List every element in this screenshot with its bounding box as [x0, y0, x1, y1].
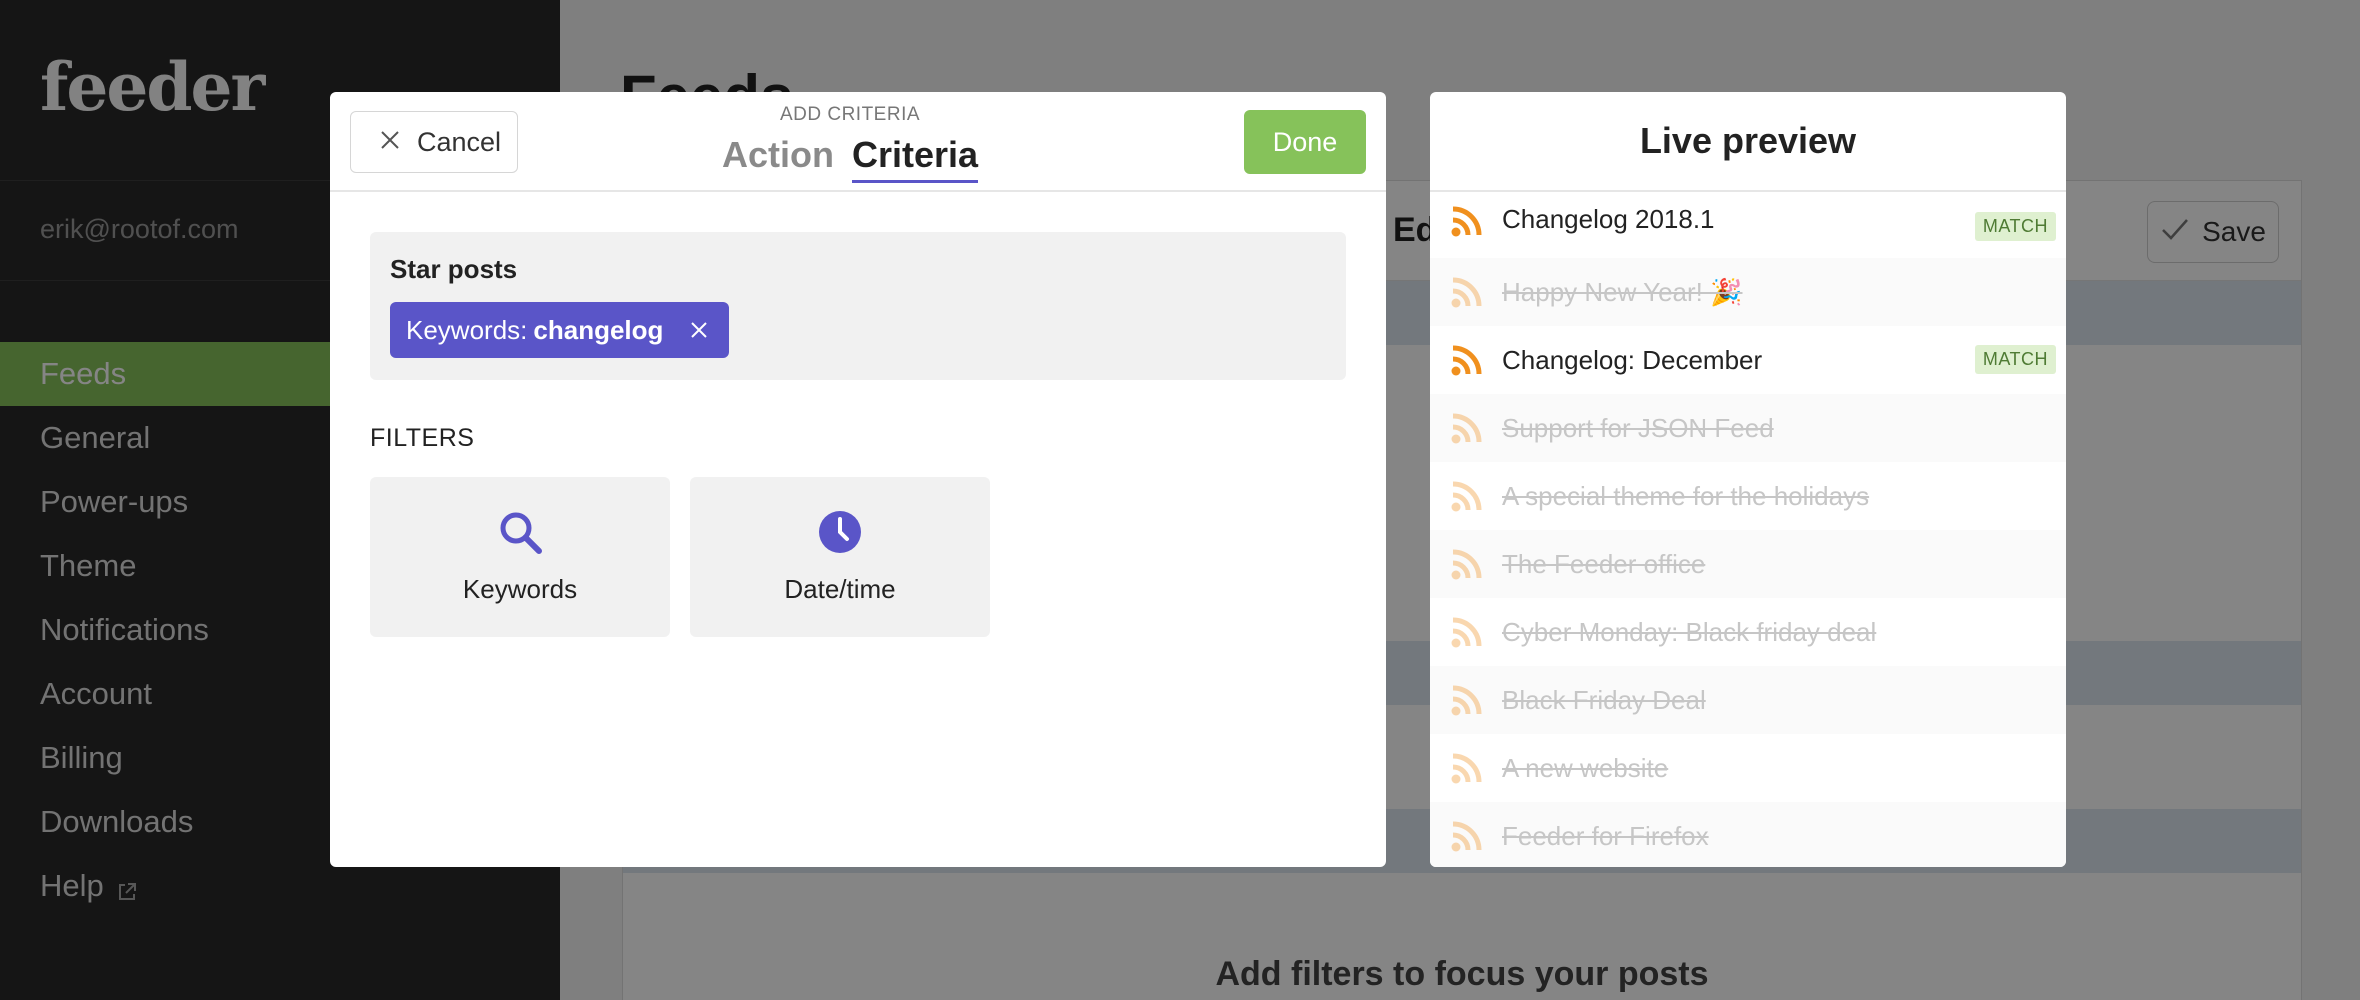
preview-item-title: The Feeder office: [1502, 548, 1706, 579]
preview-item-title: A new website: [1502, 752, 1669, 783]
preview-item-title: A special theme for the holidays: [1502, 480, 1870, 511]
rss-icon: [1450, 343, 1484, 377]
rss-icon: [1450, 547, 1484, 581]
modal-tabs: Action Criteria: [330, 134, 1386, 183]
rss-icon: [1450, 615, 1484, 649]
preview-item: Feeder for Firefox: [1430, 802, 2066, 867]
preview-item-title: Changelog: December: [1502, 344, 1763, 375]
rss-icon: [1450, 683, 1484, 717]
preview-item: Changelog 2018.1 MATCH: [1430, 192, 2066, 258]
filter-datetime-button[interactable]: Date/time: [690, 477, 990, 637]
tab-criteria[interactable]: Criteria: [851, 134, 979, 183]
tab-action[interactable]: Action: [722, 134, 834, 183]
preview-item: The Feeder office: [1430, 530, 2066, 598]
preview-item-title: Black Friday Deal: [1502, 684, 1706, 715]
preview-item-title: Happy New Year! 🎉: [1502, 276, 1743, 307]
action-summary: Star posts Keywords: changelog: [370, 232, 1346, 380]
rss-icon: [1450, 204, 1484, 238]
rss-icon: [1450, 275, 1484, 309]
preview-title: Live preview: [1639, 120, 1857, 161]
live-preview-panel: Live preview Changelog 2018.1 MATCH Happy …: [1430, 92, 2066, 867]
criteria-chip[interactable]: Keywords: changelog: [390, 302, 730, 358]
done-button[interactable]: Done: [1244, 110, 1366, 174]
match-badge: MATCH: [1974, 212, 2056, 241]
filter-keywords-button[interactable]: Keywords: [370, 477, 670, 637]
rss-icon: [1450, 479, 1484, 513]
modal-kicker: ADD CRITERIA: [779, 104, 921, 125]
preview-item: A new website: [1430, 734, 2066, 802]
preview-item: Changelog: December MATCH: [1430, 326, 2066, 394]
modal-header: Cancel ADD CRITERIA Action Criteria Done: [330, 92, 1386, 192]
filter-label: Date/time: [784, 574, 896, 604]
chip-prefix: Keywords:: [406, 314, 528, 345]
rss-icon: [1450, 751, 1484, 785]
preview-item-title: Cyber Monday: Black friday deal: [1502, 616, 1877, 647]
preview-header: Live preview: [1430, 92, 2066, 192]
preview-item: Happy New Year! 🎉: [1430, 258, 2066, 326]
remove-chip-icon[interactable]: [689, 320, 709, 340]
add-criteria-modal: Cancel ADD CRITERIA Action Criteria Done…: [330, 92, 1386, 867]
preview-item: A special theme for the holidays: [1430, 462, 2066, 530]
match-badge: MATCH: [1974, 345, 2056, 374]
preview-item-title: Feeder for Firefox: [1502, 820, 1709, 851]
filter-label: Keywords: [462, 574, 578, 604]
preview-list: Changelog 2018.1 MATCH Happy New Year! 🎉 Ch…: [1430, 192, 2066, 867]
preview-item-title: Changelog 2018.1: [1502, 204, 1715, 234]
preview-item: Cyber Monday: Black friday deal: [1430, 598, 2066, 666]
preview-item: Black Friday Deal: [1430, 666, 2066, 734]
rss-icon: [1450, 819, 1484, 853]
preview-item-title: Support for JSON Feed: [1502, 412, 1774, 443]
filters-heading: FILTERS: [370, 424, 475, 452]
search-icon: [497, 509, 543, 560]
action-title: Star posts: [390, 254, 518, 284]
preview-item: Support for JSON Feed: [1430, 394, 2066, 462]
chip-value: changelog: [533, 314, 664, 345]
clock-icon: [817, 509, 863, 560]
rss-icon: [1450, 411, 1484, 445]
